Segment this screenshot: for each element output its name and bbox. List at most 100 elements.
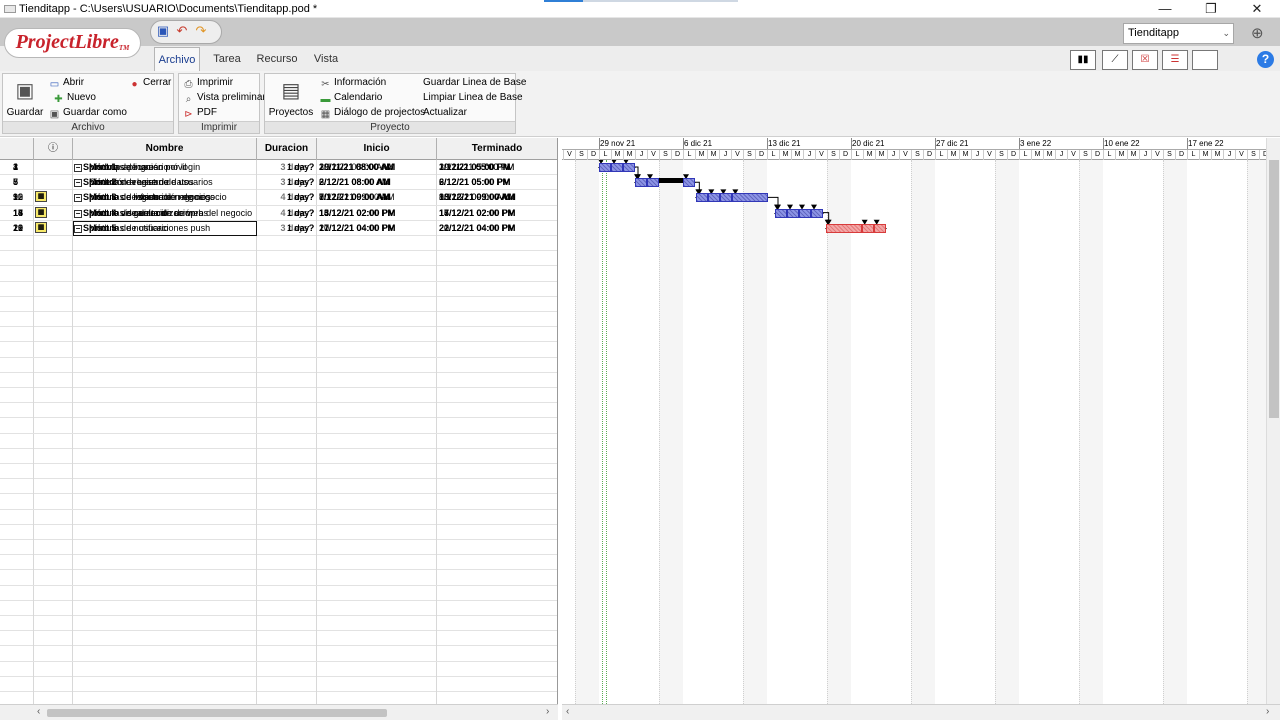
empty-cell[interactable] bbox=[34, 327, 73, 343]
imprimir-button[interactable]: ⎙ Imprimir bbox=[183, 76, 234, 90]
empty-cell[interactable] bbox=[34, 448, 73, 464]
empty-cell[interactable] bbox=[0, 616, 34, 631]
empty-cell[interactable] bbox=[34, 388, 73, 403]
empty-cell[interactable] bbox=[73, 540, 257, 555]
empty-cell[interactable] bbox=[317, 448, 437, 464]
empty-cell[interactable] bbox=[437, 631, 557, 646]
gantt-vertical-scrollbar[interactable] bbox=[1266, 138, 1280, 704]
empty-cell[interactable] bbox=[317, 464, 437, 479]
task-name[interactable]: Historias de usuario bbox=[73, 175, 257, 191]
task-duration[interactable]: 1 day? bbox=[257, 220, 317, 236]
empty-cell[interactable] bbox=[0, 600, 34, 616]
task-bar[interactable] bbox=[635, 178, 647, 188]
view-gantt-resources-button[interactable]: ▮▮ bbox=[1070, 50, 1096, 70]
empty-cell[interactable] bbox=[0, 661, 34, 677]
empty-cell[interactable] bbox=[437, 266, 557, 281]
empty-cell[interactable] bbox=[257, 555, 317, 571]
empty-row[interactable] bbox=[0, 570, 557, 586]
critical-task-bar[interactable] bbox=[873, 223, 886, 233]
empty-cell[interactable] bbox=[73, 676, 257, 692]
empty-cell[interactable] bbox=[0, 403, 34, 419]
abrir-button[interactable]: ▭ Abrir bbox=[49, 76, 84, 90]
empty-cell[interactable] bbox=[73, 342, 257, 358]
task-row[interactable]: 4 Historias de usuario 1 day? 1/12/21 08:00… bbox=[0, 160, 557, 176]
empty-cell[interactable] bbox=[257, 676, 317, 692]
empty-cell[interactable] bbox=[73, 312, 257, 327]
empty-cell[interactable] bbox=[317, 251, 437, 267]
task-duration[interactable]: 1 day? bbox=[257, 205, 317, 221]
task-row[interactable]: 8 Historias de usuario 1 day? 6/12/21 08:00… bbox=[0, 175, 557, 191]
empty-cell[interactable] bbox=[0, 448, 34, 464]
empty-cell[interactable] bbox=[317, 646, 437, 662]
task-bar[interactable] bbox=[811, 208, 823, 218]
empty-cell[interactable] bbox=[437, 525, 557, 540]
help-icon[interactable]: ? bbox=[1257, 51, 1274, 68]
empty-cell[interactable] bbox=[34, 570, 73, 586]
empty-cell[interactable] bbox=[437, 677, 557, 692]
empty-cell[interactable] bbox=[257, 616, 317, 631]
empty-cell[interactable] bbox=[317, 418, 437, 434]
task-end[interactable]: 6/12/21 05:00 PM bbox=[437, 175, 557, 190]
minimize-button[interactable]: — bbox=[1142, 0, 1188, 18]
empty-cell[interactable] bbox=[257, 266, 317, 282]
empty-cell[interactable] bbox=[257, 585, 317, 601]
empty-cell[interactable] bbox=[437, 358, 557, 373]
critical-task-bar[interactable] bbox=[825, 223, 862, 233]
empty-cell[interactable] bbox=[73, 646, 257, 662]
empty-cell[interactable] bbox=[34, 555, 73, 571]
task-end[interactable]: 17/12/21 02:00 PM bbox=[437, 206, 557, 221]
empty-cell[interactable] bbox=[317, 494, 437, 510]
task-end[interactable]: 1/12/21 05:00 PM bbox=[437, 160, 557, 175]
empty-cell[interactable] bbox=[437, 403, 557, 418]
empty-cell[interactable] bbox=[437, 646, 557, 661]
task-bar[interactable] bbox=[623, 163, 635, 172]
empty-cell[interactable] bbox=[73, 479, 257, 495]
empty-cell[interactable] bbox=[317, 266, 437, 282]
task-bar[interactable] bbox=[611, 163, 623, 172]
empty-cell[interactable] bbox=[73, 509, 257, 525]
empty-cell[interactable] bbox=[317, 479, 437, 495]
empty-cell[interactable] bbox=[73, 631, 257, 647]
empty-cell[interactable] bbox=[257, 327, 317, 343]
empty-cell[interactable] bbox=[257, 540, 317, 555]
empty-cell[interactable] bbox=[437, 327, 557, 342]
task-bar[interactable] bbox=[683, 178, 695, 188]
empty-cell[interactable] bbox=[73, 448, 257, 464]
col-header-terminado[interactable]: Terminado bbox=[437, 138, 557, 160]
empty-cell[interactable] bbox=[257, 600, 317, 616]
tab-vista[interactable]: Vista bbox=[306, 47, 346, 71]
project-selector[interactable]: Tienditapp ⌄ bbox=[1123, 23, 1234, 44]
task-end[interactable]: 22/12/21 04:00 PM bbox=[437, 221, 557, 236]
empty-cell[interactable] bbox=[257, 342, 317, 358]
empty-cell[interactable] bbox=[73, 494, 257, 510]
empty-cell[interactable] bbox=[257, 236, 317, 251]
proyectos-button[interactable]: ▤ Proyectos bbox=[267, 76, 315, 118]
empty-cell[interactable] bbox=[73, 372, 257, 388]
empty-cell[interactable] bbox=[0, 692, 34, 704]
empty-cell[interactable] bbox=[34, 646, 73, 662]
empty-row[interactable] bbox=[0, 631, 557, 647]
empty-cell[interactable] bbox=[437, 494, 557, 509]
scroll-right-arrow-icon[interactable]: › bbox=[546, 706, 549, 717]
empty-row[interactable] bbox=[0, 479, 557, 495]
empty-cell[interactable] bbox=[317, 357, 437, 373]
empty-cell[interactable] bbox=[257, 692, 317, 704]
empty-cell[interactable] bbox=[0, 646, 34, 662]
empty-cell[interactable] bbox=[437, 555, 557, 570]
empty-cell[interactable] bbox=[317, 616, 437, 631]
empty-cell[interactable] bbox=[34, 403, 73, 419]
empty-row[interactable] bbox=[0, 540, 557, 556]
empty-cell[interactable] bbox=[437, 692, 557, 704]
empty-cell[interactable] bbox=[0, 464, 34, 479]
scroll-left-arrow-icon[interactable]: ‹ bbox=[37, 706, 40, 717]
task-row[interactable]: 22 1 day? 21/12/21 04:00 PM 22/12/21 04:00 … bbox=[0, 220, 557, 236]
col-header-duracion[interactable]: Duracion bbox=[257, 138, 317, 160]
empty-cell[interactable] bbox=[0, 540, 34, 555]
empty-cell[interactable] bbox=[73, 692, 257, 704]
gantt-scroll-thumb[interactable] bbox=[1269, 160, 1279, 418]
empty-cell[interactable] bbox=[34, 585, 73, 601]
task-duration[interactable]: 1 day? bbox=[257, 190, 317, 206]
calendario-button[interactable]: ▬ Calendario bbox=[320, 91, 383, 105]
empty-row[interactable] bbox=[0, 616, 557, 632]
task-bar[interactable] bbox=[696, 193, 709, 203]
